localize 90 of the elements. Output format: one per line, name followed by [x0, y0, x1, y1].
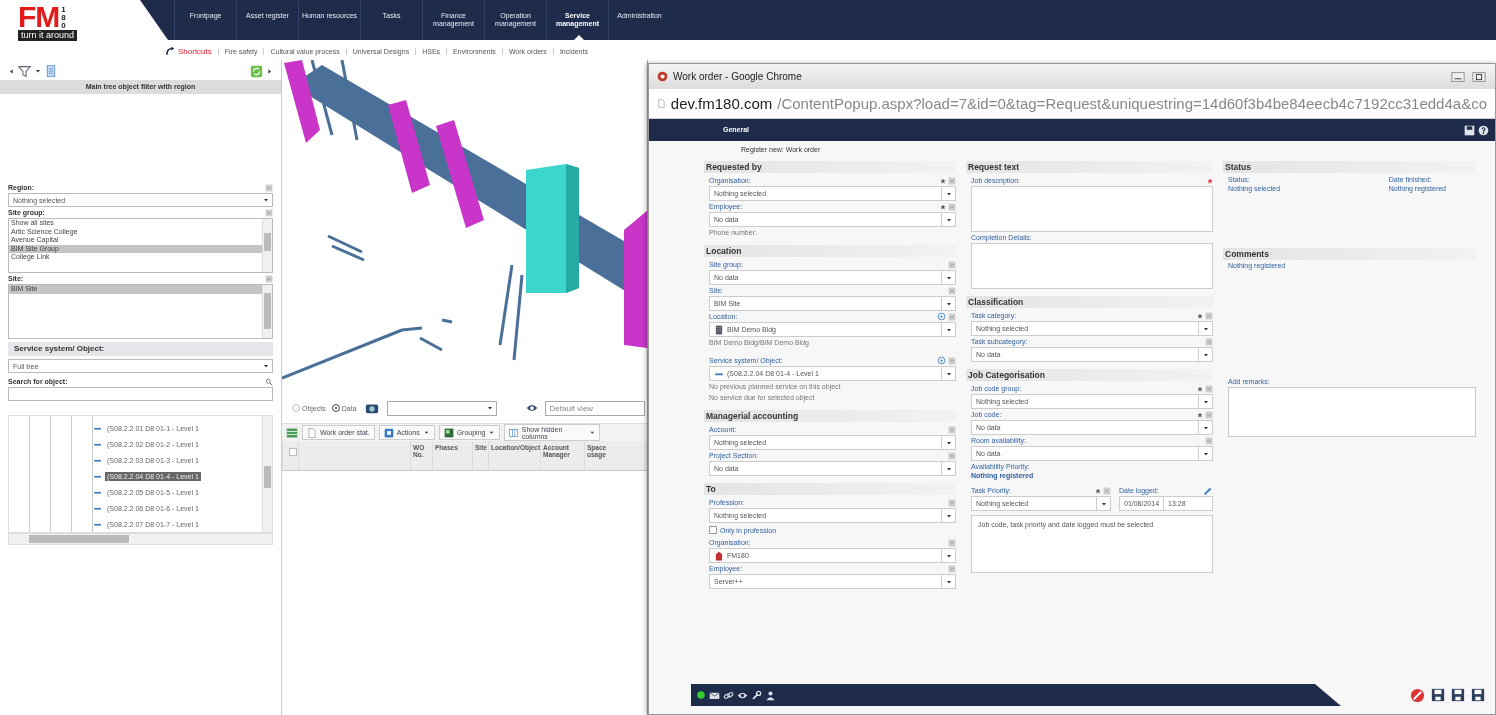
list-icon[interactable]: [1205, 436, 1213, 445]
list-icon[interactable]: [1205, 384, 1213, 393]
list-icon[interactable]: [948, 202, 956, 211]
dropdown[interactable]: [386, 400, 497, 416]
save-icon[interactable]: [1451, 687, 1465, 702]
scrollbar[interactable]: [262, 285, 272, 338]
button-icon: [509, 427, 519, 438]
status-dot-icon: [696, 690, 706, 700]
url-host: dev.fm180.com: [670, 95, 773, 112]
caret-icon: [262, 362, 270, 370]
list-icon[interactable]: [948, 498, 956, 507]
section-title: Location: [704, 245, 956, 257]
caret-icon: [488, 429, 496, 436]
view-field[interactable]: Default view: [544, 400, 645, 416]
list-icon[interactable]: [948, 260, 956, 269]
list-icon[interactable]: [948, 425, 956, 434]
target-icon[interactable]: [937, 356, 946, 365]
checkbox[interactable]: [709, 526, 717, 534]
checkbox[interactable]: [289, 448, 297, 456]
list-icon[interactable]: [948, 176, 956, 185]
list-icon[interactable]: [948, 538, 956, 547]
address-bar[interactable]: dev.fm180.com /ContentPopup.aspx?load=7&id=0&tag=Request&uniquestring=14d60f3b4be84eecb4c7192cc31edd4a&co: [649, 89, 1495, 119]
caret-icon: [262, 196, 270, 204]
eye-icon[interactable]: [524, 402, 539, 414]
caret-icon: [422, 429, 430, 436]
scrollbar[interactable]: [262, 416, 272, 532]
save-icon[interactable]: [1471, 687, 1485, 702]
text-area[interactable]: [971, 243, 1213, 289]
text-area[interactable]: [1228, 387, 1476, 437]
person-icon[interactable]: [765, 689, 776, 701]
refresh-icon[interactable]: [250, 64, 263, 78]
window-title: Work order - Google Chrome: [673, 71, 802, 82]
list-icon[interactable]: [265, 183, 273, 192]
button-icon: [383, 427, 394, 438]
text-area[interactable]: [971, 186, 1213, 232]
section-title: Managerial accounting: [704, 410, 956, 422]
wrench-icon[interactable]: [751, 689, 762, 701]
section-title: Comments: [1223, 248, 1476, 260]
list-icon[interactable]: [1205, 410, 1213, 419]
list-icon[interactable]: [948, 564, 956, 573]
list-icon[interactable]: [265, 274, 273, 283]
list-icon[interactable]: [1103, 486, 1111, 495]
list-icon[interactable]: [948, 451, 956, 460]
radio-button[interactable]: [331, 404, 340, 412]
section-title: Service system/ Object:: [8, 342, 273, 356]
shortcuts-link[interactable]: Shortcuts: [178, 46, 212, 56]
caret-icon[interactable]: [34, 67, 42, 75]
logo-letters: FM: [18, 4, 60, 30]
minimize-icon[interactable]: [1450, 69, 1466, 84]
section-title: Classification: [966, 296, 1213, 308]
logo-tagline: turn it around: [18, 30, 78, 41]
list-icon[interactable]: [948, 356, 956, 365]
logo-number: 180: [60, 6, 67, 30]
filter-icon[interactable]: [18, 64, 31, 78]
list-icon[interactable]: [1205, 337, 1213, 346]
section-title: Request text: [966, 161, 1213, 173]
list-icon[interactable]: [948, 312, 956, 321]
url-path: /ContentPopup.aspx?load=7&id=0&tag=Request&uniquestring=14d60f3b4be84eecb4c7192cc31edd4a&co: [777, 95, 1487, 112]
cancel-icon[interactable]: [1410, 687, 1425, 703]
radio-button[interactable]: [292, 404, 300, 412]
link-icon[interactable]: [723, 689, 734, 701]
caret-icon: [485, 404, 494, 412]
save-icon[interactable]: [1431, 687, 1445, 702]
section-title: Job Categorisation: [966, 369, 1213, 381]
target-icon[interactable]: [937, 312, 946, 321]
search-icon[interactable]: [265, 377, 273, 386]
scrollbar[interactable]: [262, 219, 272, 272]
button-icon: [443, 427, 454, 438]
organisation-icon: [714, 550, 724, 561]
maximize-icon[interactable]: [1471, 69, 1487, 84]
section-title: Status: [1223, 161, 1476, 173]
save-icon[interactable]: [1464, 124, 1475, 136]
page-icon: [657, 97, 666, 110]
collapse-arrow-icon[interactable]: [8, 67, 15, 75]
list-icon[interactable]: [265, 208, 273, 217]
section-title: Requested by: [704, 161, 956, 173]
scrollbar[interactable]: [8, 533, 273, 545]
edit-icon[interactable]: [1203, 485, 1213, 496]
list-icon[interactable]: [948, 286, 956, 295]
section-title: To: [704, 483, 956, 495]
curved-arrow-icon: [165, 46, 175, 56]
browser-icon: [657, 71, 668, 82]
table-icon[interactable]: [286, 426, 298, 439]
caret-icon: [588, 429, 596, 436]
list-icon[interactable]: [1205, 311, 1213, 320]
help-icon[interactable]: [1478, 124, 1489, 136]
button-icon: [307, 427, 317, 438]
building-icon: [714, 324, 724, 335]
expand-arrow-icon[interactable]: [266, 67, 273, 75]
search-field[interactable]: [8, 387, 273, 401]
